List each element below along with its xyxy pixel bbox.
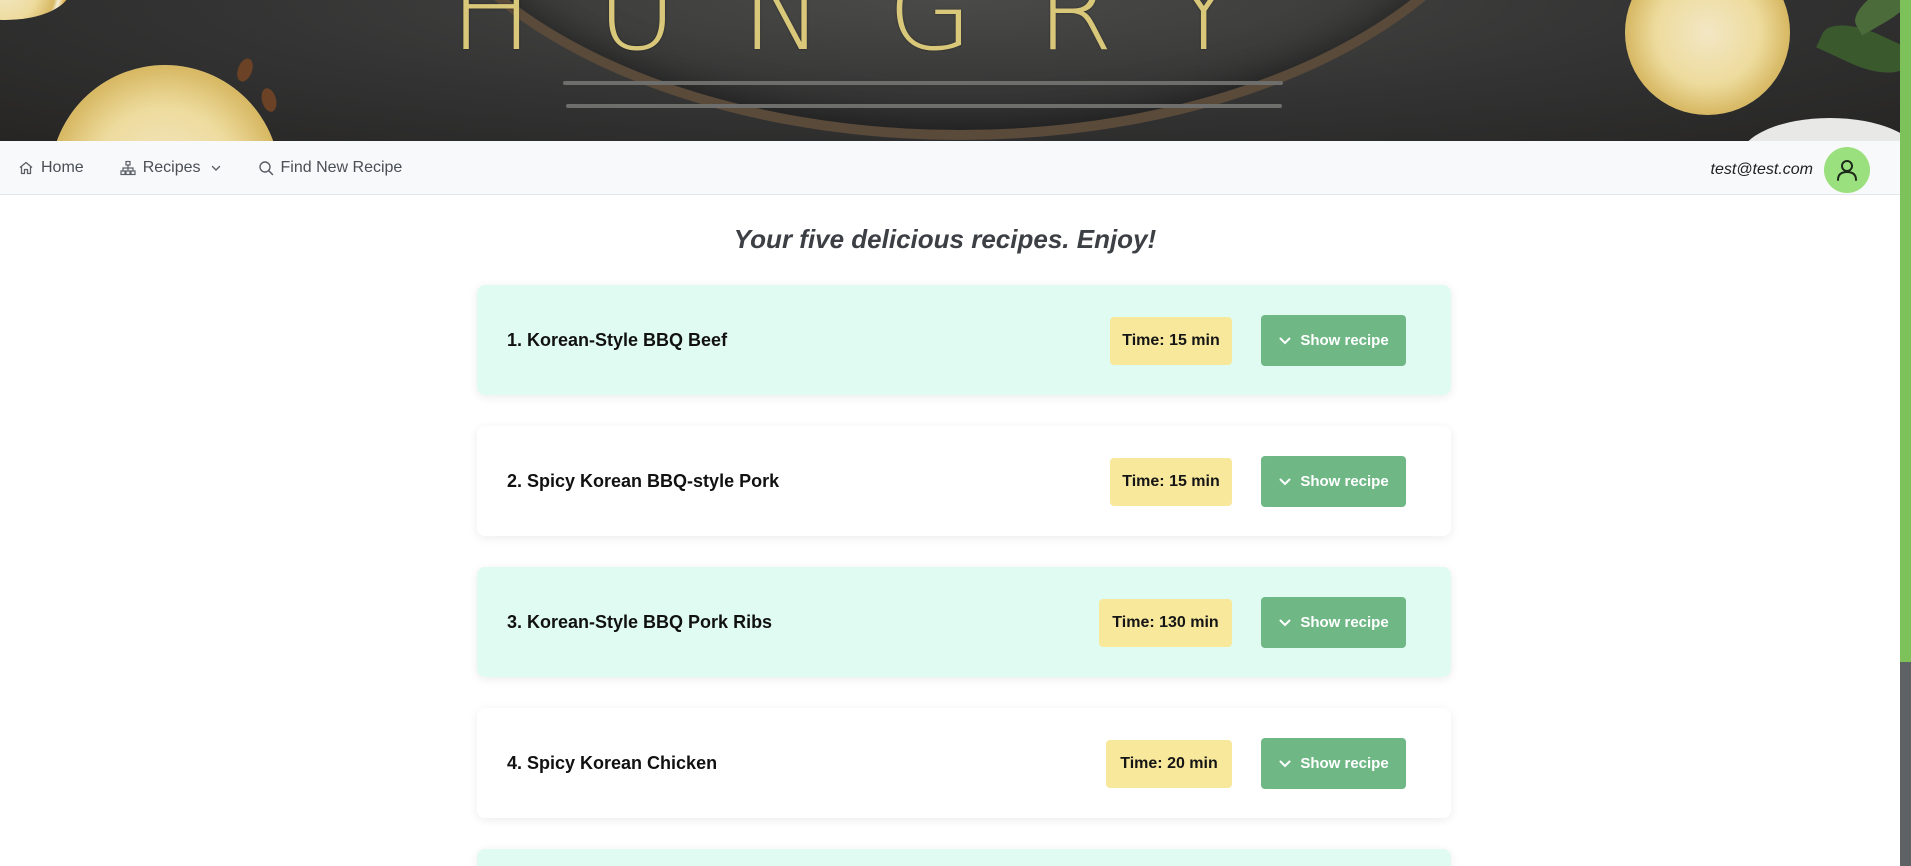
- hero-lemon-topleft: [0, 0, 70, 20]
- search-icon: [258, 160, 273, 175]
- recipe-card: 3. Korean-Style BBQ Pork Ribs Time: 130 …: [477, 567, 1451, 677]
- hero-rule-bottom: [566, 104, 1282, 108]
- nav-recipes-dropdown[interactable]: Recipes: [120, 159, 222, 177]
- user-email: test@test.com: [1710, 161, 1814, 178]
- recipe-card: 1. Korean-Style BBQ Beef Time: 15 min Sh…: [477, 285, 1451, 395]
- home-icon: [19, 161, 33, 174]
- sitemap-icon: [120, 160, 136, 175]
- nav-home[interactable]: Home: [18, 159, 84, 177]
- recipe-card: 2. Spicy Korean BBQ-style Pork Time: 15 …: [477, 426, 1451, 536]
- time-badge: Time: 20 min: [1106, 740, 1232, 788]
- show-recipe-button[interactable]: Show recipe: [1261, 597, 1406, 648]
- show-recipe-label: Show recipe: [1300, 614, 1389, 631]
- show-recipe-button[interactable]: Show recipe: [1261, 738, 1406, 789]
- chevron-down-icon: [211, 165, 220, 171]
- show-recipe-label: Show recipe: [1300, 473, 1389, 490]
- show-recipe-button[interactable]: Show recipe: [1261, 456, 1406, 507]
- hero-logo-graphic: HUNGRY: [450, 0, 1400, 56]
- recipe-title: 3. Korean-Style BBQ Pork Ribs: [507, 612, 773, 632]
- show-recipe-label: Show recipe: [1300, 332, 1389, 349]
- nav-recipes-label: Recipes: [142, 158, 201, 176]
- chevron-down-icon: [1279, 619, 1291, 626]
- nav-find-label: Find New Recipe: [280, 158, 403, 176]
- time-badge: Time: 130 min: [1099, 599, 1232, 647]
- hero-bowl: [1740, 118, 1900, 141]
- nav-find-recipe[interactable]: Find New Recipe: [258, 158, 403, 177]
- nav-home-label: Home: [41, 158, 84, 176]
- user-menu: test@test.com: [1710, 147, 1870, 193]
- hero-nut: [234, 56, 256, 84]
- recipe-title: 4. Spicy Korean Chicken: [507, 753, 718, 773]
- show-recipe-button[interactable]: Show recipe: [1261, 315, 1406, 366]
- user-icon: [1837, 160, 1857, 181]
- recipe-card-partial: [477, 849, 1451, 866]
- scrollbar-track[interactable]: [1900, 662, 1911, 866]
- time-badge: Time: 15 min: [1110, 317, 1232, 365]
- recipe-title: 2. Spicy Korean BBQ-style Pork: [507, 471, 780, 491]
- navbar: Home Recipes Find New Recipe test@test.c…: [0, 141, 1900, 195]
- avatar[interactable]: [1824, 147, 1870, 193]
- page-title: Your five delicious recipes. Enjoy!: [733, 224, 1157, 254]
- hero-rule-top: [563, 81, 1283, 85]
- chevron-down-icon: [1279, 337, 1291, 344]
- chevron-down-icon: [1279, 760, 1291, 767]
- hero-lemon-right: [1625, 0, 1790, 115]
- hero-banner: HUNGRY: [0, 0, 1900, 141]
- hero-nut-2: [259, 86, 279, 114]
- time-badge: Time: 15 min: [1110, 458, 1232, 506]
- chevron-down-icon: [1279, 478, 1291, 485]
- show-recipe-label: Show recipe: [1300, 755, 1389, 772]
- recipe-card: 4. Spicy Korean Chicken Time: 20 min Sho…: [477, 708, 1451, 818]
- recipe-title: 1. Korean-Style BBQ Beef: [507, 330, 728, 350]
